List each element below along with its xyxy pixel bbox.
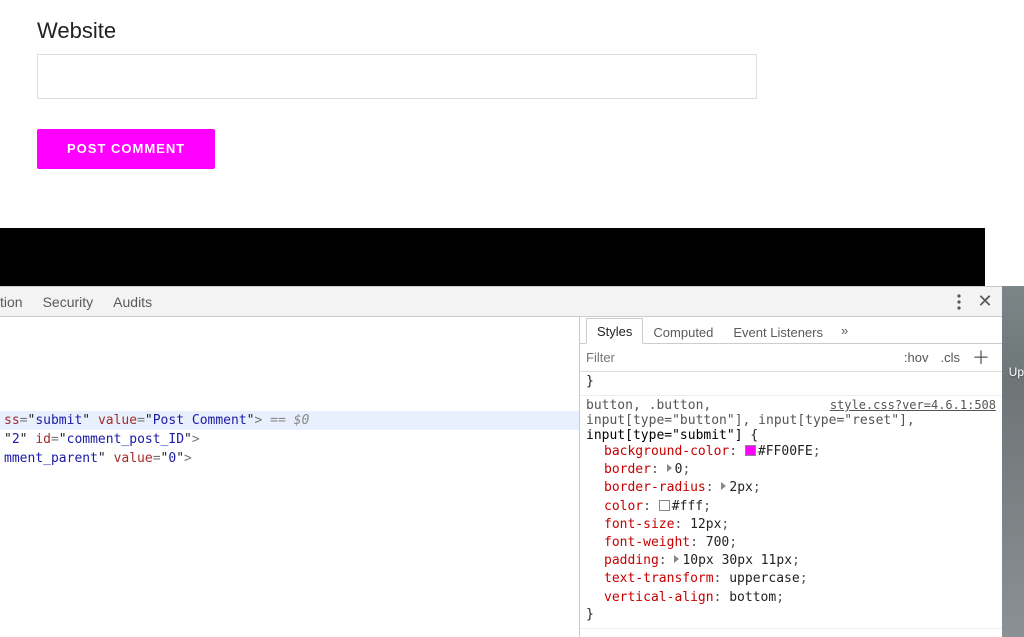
color-swatch-icon[interactable] [659, 500, 670, 511]
decl-padding[interactable]: padding: 10px 30px 11px; [586, 552, 996, 570]
devtools-tab-truncated[interactable]: tion [0, 294, 33, 310]
style-rule-element: } [580, 372, 1002, 396]
val: 2px [729, 480, 752, 495]
val: 12px [690, 517, 721, 532]
more-tabs-icon[interactable]: » [833, 318, 856, 343]
brace-close: } [586, 374, 594, 389]
toggle-hov[interactable]: :hov [898, 350, 935, 365]
attr-value: submit [35, 413, 82, 428]
dom-line[interactable]: "2" id="comment_post_ID"> [0, 430, 579, 449]
rule-source-link[interactable]: style.css?ver=4.6.1:508 [830, 398, 996, 412]
devtools-tab-security[interactable]: Security [33, 294, 104, 310]
decl-border-radius[interactable]: border-radius: 2px; [586, 479, 996, 497]
prop: border [604, 462, 651, 477]
expand-shorthand-icon[interactable] [667, 462, 675, 477]
comment-form: Website POST COMMENT [37, 18, 757, 169]
elements-dom-tree[interactable]: ss="submit" value="Post Comment"> == $0 … [0, 317, 580, 637]
selector-matched: input[type="submit"] [586, 428, 743, 443]
attr-value: comment_post_ID [67, 432, 184, 447]
prop: padding [604, 553, 659, 568]
val: uppercase [729, 571, 799, 586]
dom-line-selected[interactable]: ss="submit" value="Post Comment"> == $0 [0, 411, 579, 430]
attr-value: Post Comment [153, 413, 247, 428]
devtools-more-icon[interactable] [946, 289, 972, 315]
prop: color [604, 499, 643, 514]
attr-name: ss [4, 413, 20, 428]
decl-vertical-align[interactable]: vertical-align: bottom; [586, 589, 996, 607]
decl-border[interactable]: border: 0; [586, 461, 996, 479]
styles-filter-input[interactable] [586, 350, 898, 365]
devtools-main-tabbar: tion Security Audits ✕ [0, 287, 1002, 317]
devtools-close-icon[interactable]: ✕ [972, 289, 998, 315]
website-label: Website [37, 18, 757, 44]
prop: font-weight [604, 535, 690, 550]
dom-line[interactable]: mment_parent" value="0"> [0, 449, 579, 468]
website-input[interactable] [37, 54, 757, 99]
toggle-cls[interactable]: .cls [935, 350, 967, 365]
decl-font-size[interactable]: font-size: 12px; [586, 516, 996, 534]
attr-value: mment_parent [4, 451, 98, 466]
devtools-tab-audits[interactable]: Audits [103, 294, 162, 310]
webpage-viewport: Website POST COMMENT [0, 0, 1024, 286]
val: 10px 30px 11px [682, 553, 792, 568]
val: #FF00FE [758, 444, 813, 459]
attr-name: value [114, 451, 153, 466]
prop: border-radius [604, 480, 706, 495]
style-rule[interactable]: style.css?ver=4.6.1:508 button, .button,… [580, 396, 1002, 629]
page-footer-band [0, 228, 985, 286]
val: #fff [672, 499, 703, 514]
styles-toolbar: :hov .cls ＋ [580, 344, 1002, 372]
new-style-rule-icon[interactable]: ＋ [966, 349, 996, 367]
prop: vertical-align [604, 590, 714, 605]
decl-font-weight[interactable]: font-weight: 700; [586, 534, 996, 552]
attr-value: 2 [12, 432, 20, 447]
tab-event-listeners[interactable]: Event Listeners [723, 320, 833, 344]
attr-value: 0 [168, 451, 176, 466]
color-swatch-icon[interactable] [745, 445, 756, 456]
prop: font-size [604, 517, 674, 532]
post-comment-button[interactable]: POST COMMENT [37, 129, 215, 169]
styles-panel: Styles Computed Event Listeners » :hov .… [580, 317, 1002, 637]
devtools-panel: tion Security Audits ✕ ss="submit" value… [0, 286, 1002, 637]
decl-background-color[interactable]: background-color: #FF00FE; [586, 443, 996, 461]
prop: background-color [604, 444, 729, 459]
attr-name: value [98, 413, 137, 428]
strip-text-4: Up [1009, 365, 1024, 379]
attr-name: id [35, 432, 51, 447]
val: 700 [706, 535, 729, 550]
decl-text-transform[interactable]: text-transform: uppercase; [586, 570, 996, 588]
prop: text-transform [604, 571, 714, 586]
brace-close: } [586, 607, 594, 622]
styles-sidebar-tabs: Styles Computed Event Listeners » [580, 317, 1002, 344]
tab-styles[interactable]: Styles [586, 318, 643, 344]
tab-computed[interactable]: Computed [643, 320, 723, 344]
val: bottom [729, 590, 776, 605]
selected-marker: == $0 [262, 413, 309, 428]
decl-color[interactable]: color: #fff; [586, 498, 996, 516]
